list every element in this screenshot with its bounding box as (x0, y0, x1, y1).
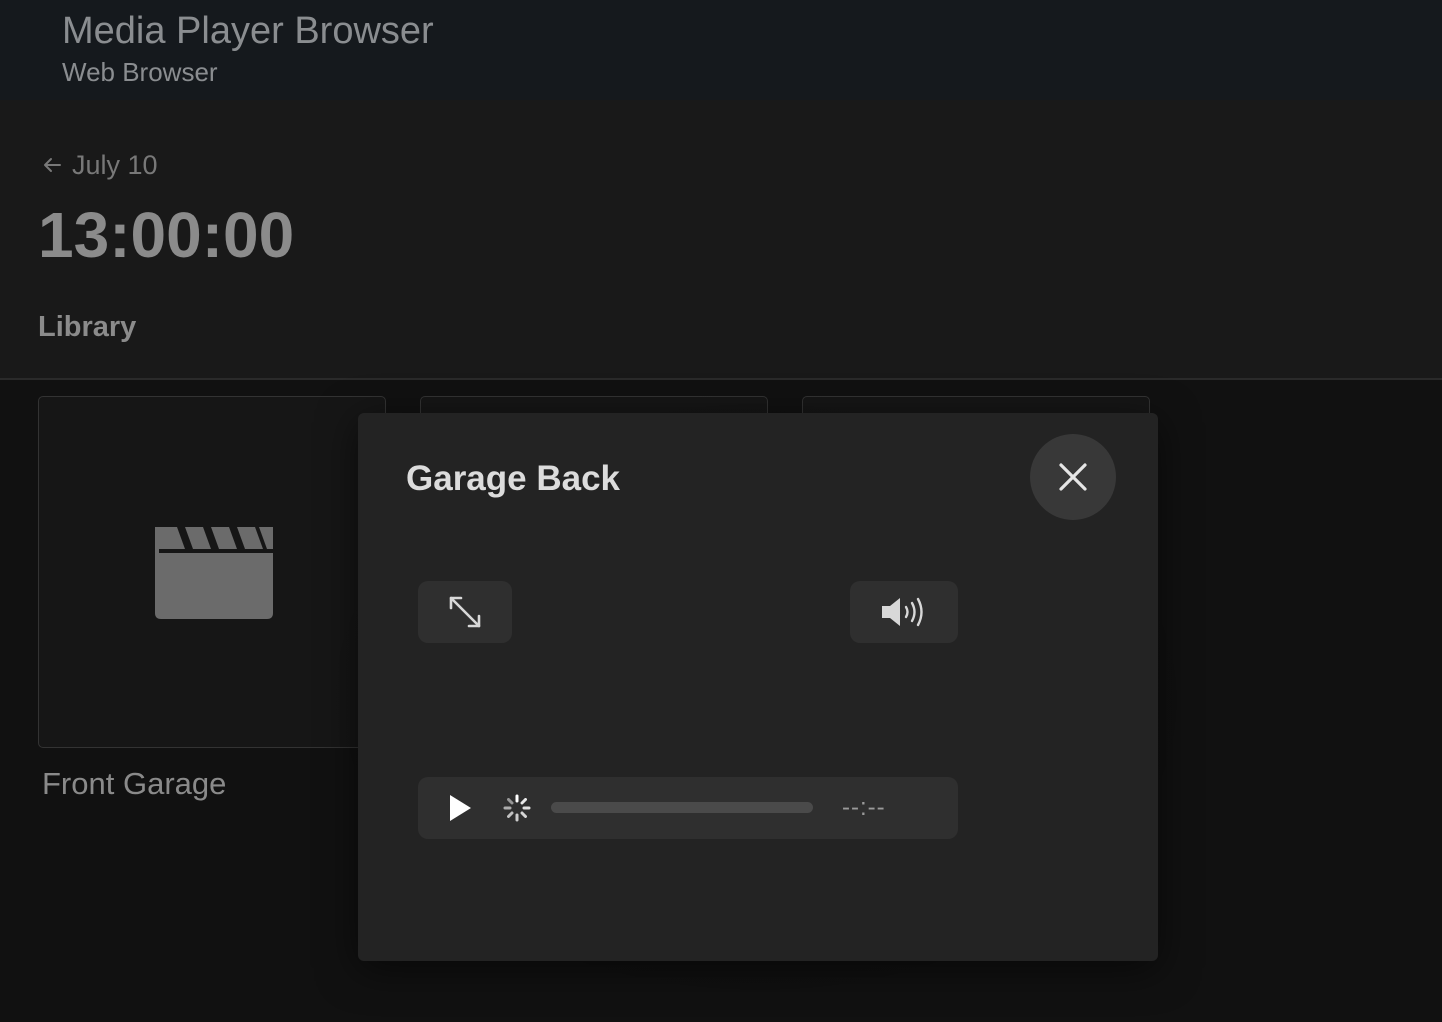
fullscreen-button[interactable] (418, 581, 512, 643)
dialog-title: Garage Back (406, 459, 621, 498)
library-card-caption: Front Garage (42, 766, 227, 801)
page: Media Player Browser Web Browser July 10… (0, 0, 1442, 1022)
app-title: Media Player Browser (62, 10, 434, 52)
play-icon[interactable] (446, 792, 474, 824)
back-link-label: July 10 (72, 149, 158, 180)
library-card-front-garage[interactable] (38, 396, 386, 748)
app-subtitle: Web Browser (62, 57, 218, 87)
expand-icon (449, 596, 481, 628)
arrow-left-icon (44, 158, 61, 172)
close-icon (1059, 463, 1087, 491)
back-link[interactable]: July 10 (40, 148, 158, 182)
player-controls: --:-- (418, 777, 958, 839)
app-bar: Media Player Browser Web Browser (0, 0, 1442, 100)
volume-button[interactable] (850, 581, 958, 643)
clapperboard-icon (155, 527, 273, 619)
section-label: Library (38, 311, 137, 343)
time-readout: --:-- (842, 794, 886, 821)
media-dialog: Garage Back --:-- (358, 413, 1158, 961)
seek-bar[interactable] (551, 802, 813, 813)
page-header: July 10 13:00:00 Library (0, 100, 1442, 379)
close-button[interactable] (1030, 434, 1116, 520)
volume-icon (882, 597, 923, 627)
header-divider (0, 378, 1442, 380)
spinner-icon (503, 794, 531, 822)
time-display: 13:00:00 (38, 199, 295, 271)
